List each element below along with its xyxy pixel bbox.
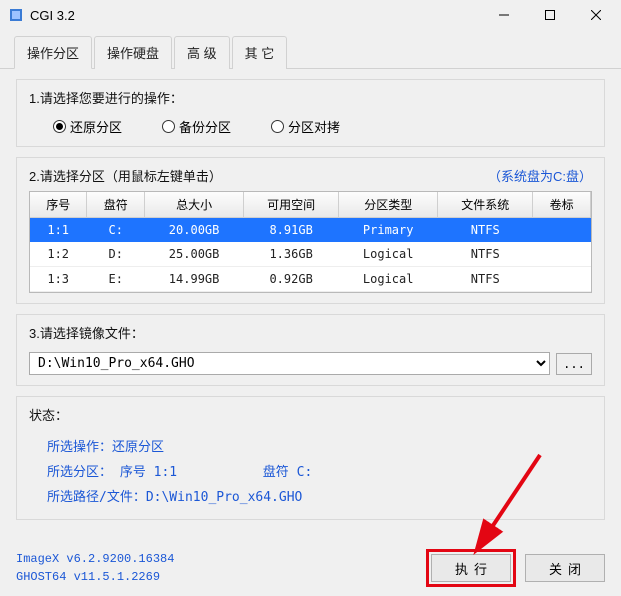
radio-copy-label: 分区对拷	[288, 117, 340, 136]
radio-restore[interactable]: 还原分区	[53, 117, 122, 136]
col-free[interactable]: 可用空间	[244, 192, 339, 218]
image-path-select[interactable]: D:\Win10_Pro_x64.GHO	[29, 352, 550, 375]
col-ptype[interactable]: 分区类型	[339, 192, 438, 218]
col-total[interactable]: 总大小	[145, 192, 244, 218]
window-title: CGI 3.2	[30, 8, 481, 23]
status-title: 状态：	[29, 405, 592, 424]
table-row[interactable]: 1:2 D: 25.00GB 1.36GB Logical NTFS	[30, 242, 591, 267]
image-file-group: 3.请选择镜像文件： D:\Win10_Pro_x64.GHO ...	[16, 314, 605, 386]
imagex-version: ImageX v6.2.9200.16384	[16, 550, 174, 568]
partition-group: 2.请选择分区（用鼠标左键单击） （系统盘为C:盘） 序号 盘符 总大小 可用空…	[16, 157, 605, 304]
status-group: 状态： 所选操作：还原分区 所选分区： 序号 1:1 盘符 C: 所选路径/文件…	[16, 396, 605, 520]
col-no[interactable]: 序号	[30, 192, 87, 218]
close-button[interactable]: 关闭	[525, 554, 605, 582]
radio-backup[interactable]: 备份分区	[162, 117, 231, 136]
version-info: ImageX v6.2.9200.16384 GHOST64 v11.5.1.2…	[16, 550, 174, 586]
status-path: 所选路径/文件：D:\Win10_Pro_x64.GHO	[29, 484, 592, 509]
maximize-button[interactable]	[527, 0, 573, 30]
table-row[interactable]: 1:1 C: 20.00GB 8.91GB Primary NTFS	[30, 218, 591, 243]
col-drive[interactable]: 盘符	[87, 192, 145, 218]
status-operation: 所选操作：还原分区	[29, 434, 592, 459]
tab-disk[interactable]: 操作硬盘	[94, 36, 172, 69]
status-partition: 所选分区： 序号 1:1 盘符 C:	[29, 459, 592, 484]
radio-copy[interactable]: 分区对拷	[271, 117, 340, 136]
partition-title: 2.请选择分区（用鼠标左键单击）	[29, 166, 222, 185]
tab-bar: 操作分区 操作硬盘 高 级 其 它	[0, 30, 621, 69]
tab-advanced[interactable]: 高 级	[174, 36, 230, 69]
tab-other[interactable]: 其 它	[232, 36, 288, 69]
operation-group: 1.请选择您要进行的操作： 还原分区 备份分区 分区对拷	[16, 79, 605, 147]
table-row[interactable]: 1:3 E: 14.99GB 0.92GB Logical NTFS	[30, 267, 591, 292]
radio-icon	[271, 120, 284, 133]
radio-icon	[162, 120, 175, 133]
col-fs[interactable]: 文件系统	[438, 192, 533, 218]
col-label[interactable]: 卷标	[533, 192, 591, 218]
ghost-version: GHOST64 v11.5.1.2269	[16, 568, 174, 586]
browse-button[interactable]: ...	[556, 353, 592, 375]
image-file-title: 3.请选择镜像文件：	[29, 323, 592, 342]
titlebar: CGI 3.2	[0, 0, 621, 30]
close-window-button[interactable]	[573, 0, 619, 30]
partition-table: 序号 盘符 总大小 可用空间 分区类型 文件系统 卷标 1:1 C:	[29, 191, 592, 293]
radio-restore-label: 还原分区	[70, 117, 122, 136]
sysdisk-hint: （系统盘为C:盘）	[488, 166, 592, 185]
operation-title: 1.请选择您要进行的操作：	[29, 88, 592, 107]
radio-backup-label: 备份分区	[179, 117, 231, 136]
tab-partition[interactable]: 操作分区	[14, 36, 92, 69]
app-icon	[8, 7, 24, 23]
execute-button[interactable]: 执行	[431, 554, 511, 582]
minimize-button[interactable]	[481, 0, 527, 30]
radio-icon	[53, 120, 66, 133]
